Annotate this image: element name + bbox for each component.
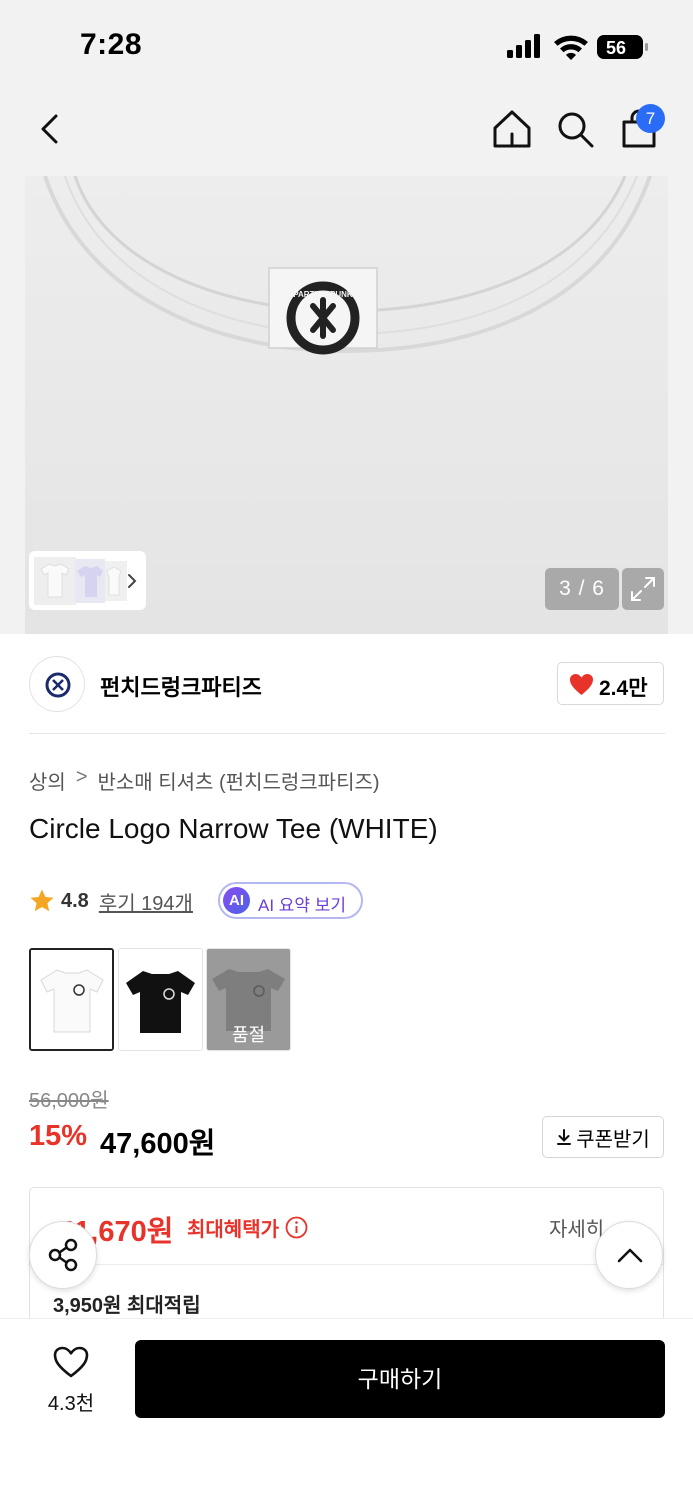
back-button[interactable] (28, 106, 74, 152)
max-benefit-label: 최대혜택가 (187, 1213, 308, 1242)
brand-like-button[interactable]: 2.4만 (557, 662, 664, 705)
brand-like-count: 2.4만 (599, 677, 648, 700)
rating-row: 4.8 후기 194개 (29, 882, 193, 920)
variant-gray[interactable]: 품절 (206, 948, 291, 1051)
brand-name[interactable]: 펀치드렁크파티즈 (100, 670, 262, 702)
expand-icon[interactable] (622, 568, 664, 610)
buy-button[interactable]: 구매하기 (135, 1340, 665, 1418)
brand-logo[interactable] (29, 656, 85, 712)
wishlist-count: 4.3천 (47, 1393, 95, 1415)
divider (29, 733, 665, 734)
share-button[interactable] (29, 1221, 97, 1289)
share-icon (48, 1238, 78, 1272)
white-tee-thumbnail (31, 950, 112, 1049)
variant-white[interactable] (29, 948, 114, 1051)
max-benefit-label-text: 최대혜택가 (187, 1219, 279, 1241)
gallery-thumbnails[interactable] (29, 551, 146, 610)
svg-text:56: 56 (606, 38, 626, 58)
status-time: 7:28 (80, 28, 143, 61)
coupon-button[interactable]: 쿠폰받기 (542, 1116, 664, 1158)
rating-value: 4.8 (61, 889, 89, 912)
svg-text:PARTIES·PUNK: PARTIES·PUNK (293, 290, 353, 299)
home-icon[interactable] (489, 106, 535, 152)
benefit-box: 41,670원 최대혜택가 자세히 3,950원 최대적립 (29, 1187, 664, 1327)
discount-rate: 15% (29, 1120, 88, 1152)
star-icon (30, 889, 54, 912)
coupon-label: 쿠폰받기 (576, 1128, 650, 1151)
battery-icon: 56 (597, 35, 648, 59)
search-icon[interactable] (552, 106, 598, 152)
signal-icon (507, 34, 540, 58)
benefit-divider (30, 1264, 663, 1265)
ai-summary-button[interactable]: AI AI 요약 보기 (218, 882, 363, 919)
variant-black[interactable] (118, 948, 203, 1051)
wishlist-button[interactable]: 4.3천 (36, 1343, 106, 1415)
sale-price: 47,600원 (100, 1128, 216, 1160)
breadcrumb: 상의 > 반소매 티셔츠 (펀치드렁크파티즈) (29, 766, 380, 795)
wifi-icon (554, 35, 588, 60)
ai-badge-icon: AI (223, 887, 250, 914)
product-title: Circle Logo Narrow Tee (WHITE) (29, 813, 438, 844)
brand-logo-icon (45, 672, 71, 698)
breadcrumb-separator: > (75, 766, 88, 788)
heart-outline-icon (53, 1346, 89, 1378)
breadcrumb-subcategory[interactable]: 반소매 티셔츠 (펀치드렁크파티즈) (98, 766, 380, 795)
chevron-up-icon (617, 1248, 643, 1263)
scroll-top-button[interactable] (595, 1221, 663, 1289)
heart-filled-icon (570, 674, 593, 695)
max-points: 3,950원 최대적립 (53, 1295, 201, 1317)
thumbnail-images (34, 557, 137, 605)
review-count-link[interactable]: 후기 194개 (99, 887, 193, 916)
ai-summary-label: AI 요약 보기 (258, 896, 347, 915)
gallery-counter: 3 / 6 (545, 568, 619, 610)
info-icon[interactable] (285, 1216, 308, 1239)
original-price: 56,000원 (29, 1090, 109, 1112)
cart-badge: 7 (636, 104, 665, 133)
black-tee-thumbnail (119, 949, 202, 1050)
download-icon (557, 1129, 572, 1145)
sold-out-label: 품절 (231, 1025, 266, 1045)
status-icons: 56 (507, 34, 648, 60)
breadcrumb-category[interactable]: 상의 (29, 766, 66, 795)
